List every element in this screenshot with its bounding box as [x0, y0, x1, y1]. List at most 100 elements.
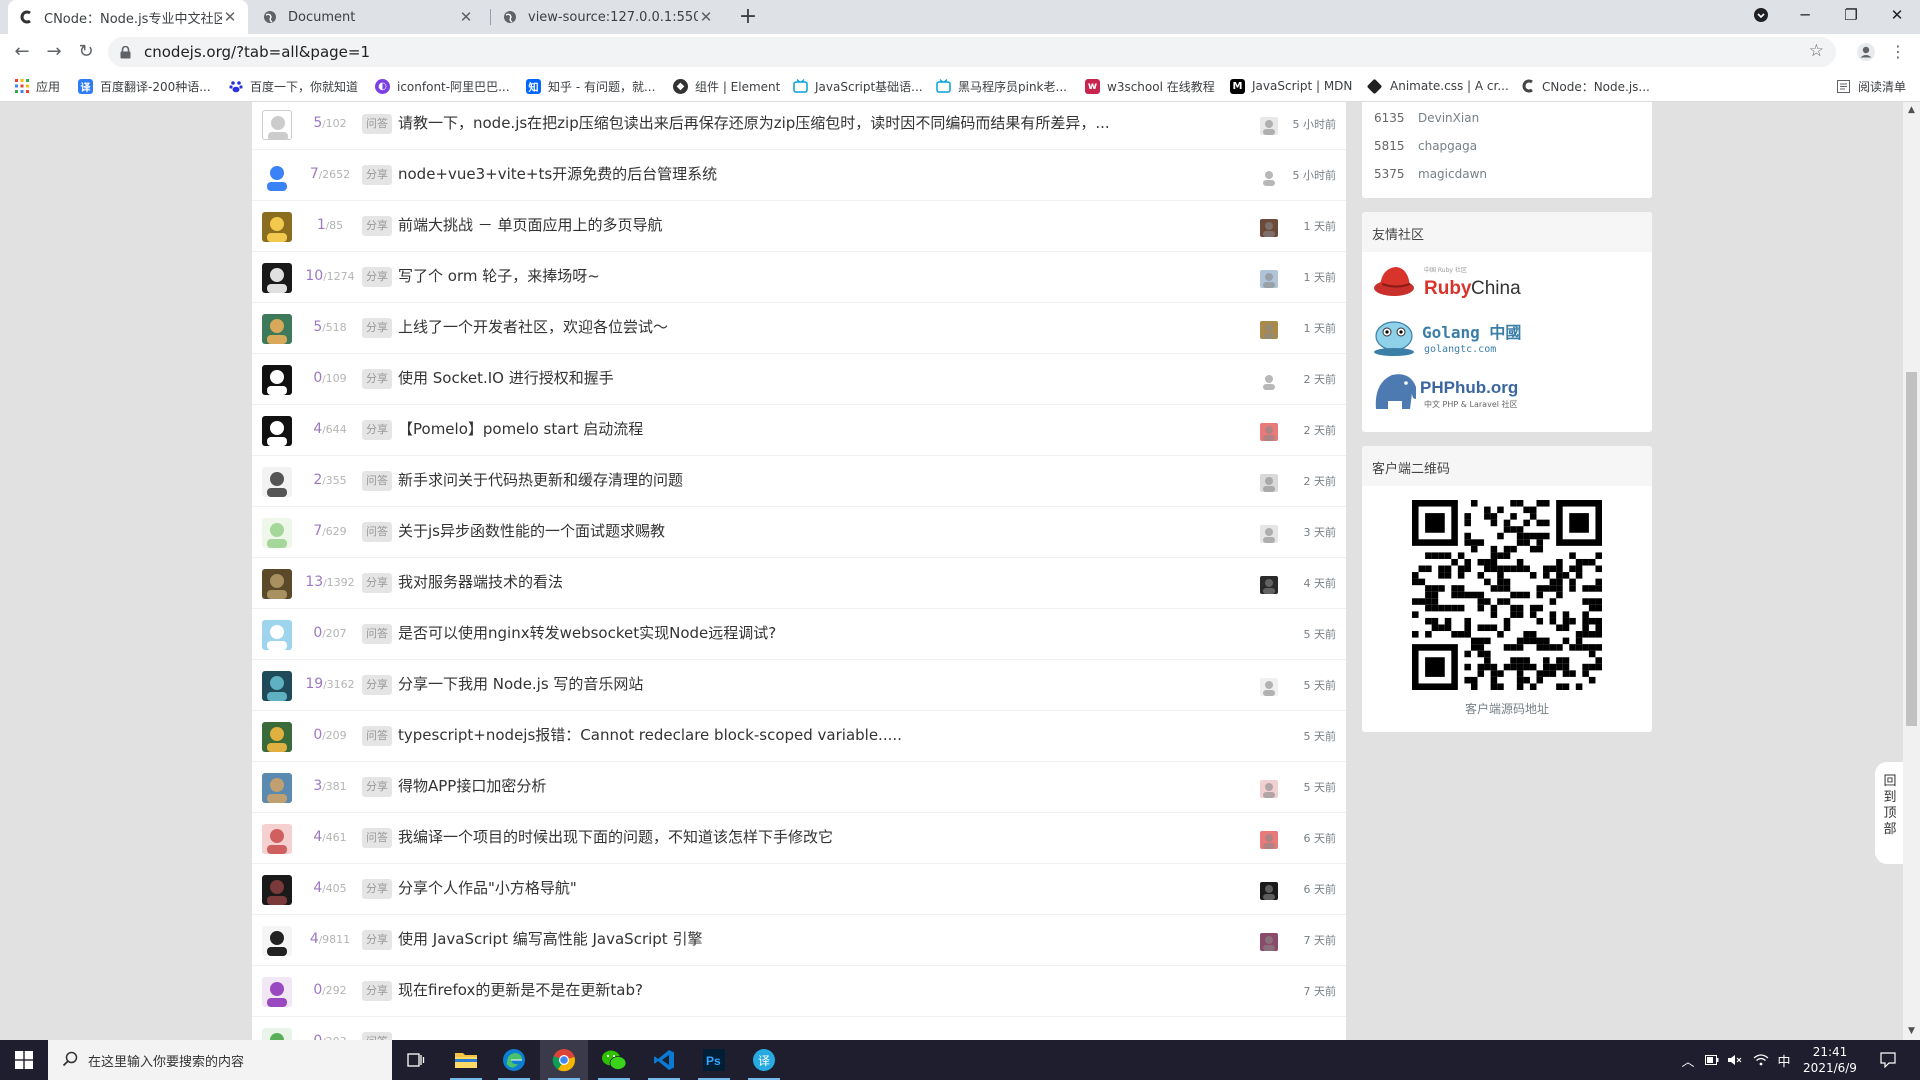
last-active-time[interactable]: 7 天前 [1304, 932, 1337, 948]
author-avatar[interactable] [262, 416, 292, 446]
last-active-time[interactable]: 2 天前 [1304, 473, 1337, 489]
last-active-time[interactable]: 3 天前 [1304, 524, 1337, 540]
last-reply-avatar[interactable] [1260, 117, 1278, 135]
forward-arrow-icon[interactable]: → [40, 38, 68, 66]
ruby-china-link[interactable]: Ruby China 中国 Ruby 社区 [1362, 254, 1652, 308]
speaker-muted-icon[interactable] [1724, 1040, 1746, 1080]
last-reply-avatar[interactable] [1260, 933, 1278, 951]
scrollbar-thumb[interactable] [1906, 372, 1917, 726]
taskbar-clock[interactable]: 21:41 2021/6/9 [1792, 1044, 1868, 1076]
last-active-time[interactable]: 4 天前 [1304, 575, 1337, 591]
last-reply-avatar[interactable] [1260, 831, 1278, 849]
topic-title-link[interactable]: 使用 Socket.IO 进行授权和握手 [398, 367, 614, 389]
topic-title-link[interactable]: 新手求问关于代码热更新和缓存清理的问题 [398, 469, 683, 491]
last-reply-avatar[interactable] [1260, 474, 1278, 492]
tray-overflow-chevron-icon[interactable]: ︿ [1678, 1040, 1698, 1080]
user-name-link[interactable]: magicdawn [1418, 167, 1487, 181]
bookmark-pink[interactable]: 黑马程序员pink老... [936, 77, 1067, 95]
bookmark-apps[interactable]: 应用 [14, 77, 60, 95]
last-active-time[interactable]: 1 天前 [1304, 269, 1337, 285]
author-avatar[interactable] [262, 824, 292, 854]
topic-title-link[interactable]: node+vue3+vite+ts开源免费的后台管理系统 [398, 163, 717, 185]
scroll-down-arrow-icon[interactable]: ▼ [1903, 1023, 1920, 1040]
last-active-time[interactable]: 1 天前 [1304, 218, 1337, 234]
last-active-time[interactable]: 2 天前 [1304, 422, 1337, 438]
tab-close-icon[interactable]: ✕ [222, 8, 238, 26]
last-active-time[interactable]: 5 天前 [1304, 677, 1337, 693]
last-active-time[interactable]: 5 天前 [1304, 779, 1337, 795]
qr-caption-link[interactable]: 客户端源码地址 [1362, 700, 1652, 717]
topic-title-link[interactable]: 上线了一个开发者社区，欢迎各位尝试～ [398, 316, 668, 338]
back-to-top-button[interactable]: 回 到 顶 部 [1875, 762, 1905, 864]
taskbar-vscode[interactable] [640, 1040, 688, 1080]
new-tab-button[interactable]: + [734, 4, 762, 32]
topic-row[interactable]: 5/102 问答 请教一下，node.js在把zip压缩包读出来后再保存还原为zip… [252, 102, 1346, 149]
author-avatar[interactable] [262, 977, 292, 1007]
author-avatar[interactable] [262, 263, 292, 293]
topic-title-link[interactable]: 前端大挑战 － 单页面应用上的多页导航 [398, 214, 663, 236]
last-active-time[interactable]: 5 天前 [1304, 626, 1337, 642]
author-avatar[interactable] [262, 875, 292, 905]
taskbar-photoshop[interactable]: Ps [690, 1040, 738, 1080]
last-reply-avatar[interactable] [1260, 219, 1278, 237]
taskbar-chrome[interactable] [540, 1040, 588, 1080]
topic-row[interactable]: 4/405 分享 分享个人作品"小方格导航" 6 天前 [252, 863, 1346, 914]
taskbar-search-box[interactable]: 在这里输入你要搜索的内容 [48, 1040, 392, 1080]
reading-list-button[interactable]: 阅读清单 [1836, 77, 1906, 95]
last-reply-avatar[interactable] [1260, 321, 1278, 339]
minimize-button[interactable]: ─ [1782, 0, 1828, 30]
last-reply-avatar[interactable] [1260, 372, 1278, 390]
author-avatar[interactable] [262, 620, 292, 650]
author-avatar[interactable] [262, 773, 292, 803]
wifi-icon[interactable] [1750, 1040, 1772, 1080]
last-active-time[interactable]: 6 天前 [1304, 881, 1337, 897]
topic-row[interactable]: 5/518 分享 上线了一个开发者社区，欢迎各位尝试～ 1 天前 [252, 302, 1346, 353]
topic-title-link[interactable]: 我对服务器端技术的看法 [398, 571, 563, 593]
topic-row[interactable]: 0/209 问答 typescript+nodejs报错：Cannot redecl… [252, 710, 1346, 761]
author-avatar[interactable] [262, 110, 292, 140]
last-reply-avatar[interactable] [1260, 678, 1278, 696]
close-window-button[interactable]: ✕ [1874, 0, 1920, 30]
taskbar-translator[interactable]: 译 [740, 1040, 788, 1080]
last-reply-avatar[interactable] [1260, 270, 1278, 288]
topic-row[interactable]: 4/461 问答 我编译一个项目的时候出现下面的问题，不知道该怎样下手修改它 6 天前 [252, 812, 1346, 863]
bookmark-star-icon[interactable]: ☆ [1809, 41, 1824, 61]
topic-row[interactable]: 3/381 分享 得物APP接口加密分析 5 天前 [252, 761, 1346, 812]
last-active-time[interactable]: 6 天前 [1304, 830, 1337, 846]
topic-title-link[interactable]: 是否可以使用nginx转发websocket实现Node远程调试? [398, 622, 776, 644]
windows-start-button[interactable] [0, 1040, 48, 1080]
last-active-time[interactable]: 7 天前 [1304, 983, 1337, 999]
bookmark-animate[interactable]: Animate.css | A cr... [1366, 77, 1509, 95]
author-avatar[interactable] [262, 926, 292, 956]
topic-row[interactable]: 2/355 问答 新手求问关于代码热更新和缓存清理的问题 2 天前 [252, 455, 1346, 506]
ime-indicator[interactable]: 中 [1774, 1040, 1794, 1080]
bookmark-cnode[interactable]: CNode：Node.js... [1520, 77, 1650, 95]
tab-view-source[interactable]: view-source:127.0.0.1:5500/no ✕ [492, 0, 724, 34]
author-avatar[interactable] [262, 1028, 292, 1040]
golang-china-link[interactable]: Golang 中國 golangtc.com [1362, 308, 1652, 362]
author-avatar[interactable] [262, 569, 292, 599]
topic-row[interactable]: 10/1274 分享 写了个 orm 轮子，来捧场呀~ 1 天前 [252, 251, 1346, 302]
address-bar[interactable]: cnodejs.org/?tab=all&page=1 ☆ [108, 37, 1836, 67]
notification-center-icon[interactable] [1870, 1040, 1906, 1080]
author-avatar[interactable] [262, 722, 292, 752]
last-reply-avatar[interactable] [1260, 423, 1278, 441]
bookmark-mdn[interactable]: M JavaScript | MDN [1230, 77, 1352, 95]
bookmark-zhihu[interactable]: 知 知乎 - 有问题，就... [526, 77, 655, 95]
topic-title-link[interactable]: 请教一下，node.js在把zip压缩包读出来后再保存还原为zip压缩包时，读时… [398, 112, 1110, 134]
user-name-link[interactable]: DevinXian [1418, 111, 1479, 125]
author-avatar[interactable] [262, 161, 292, 191]
topic-title-link[interactable]: 使用 JavaScript 编写高性能 JavaScript 引擎 [398, 928, 702, 950]
bookmark-w3school[interactable]: w w3school 在线教程 [1085, 77, 1215, 95]
topic-title-link[interactable]: 关于js异步函数性能的一个面试题求赐教 [398, 520, 665, 542]
browser-menu-icon[interactable]: ⋮ [1884, 38, 1912, 66]
qr-code-image[interactable] [1412, 500, 1602, 690]
tab-close-icon[interactable]: ✕ [458, 8, 474, 26]
topic-row[interactable]: 0/109 分享 使用 Socket.IO 进行授权和握手 2 天前 [252, 353, 1346, 404]
battery-icon[interactable] [1702, 1040, 1722, 1080]
author-avatar[interactable] [262, 365, 292, 395]
tab-search-icon[interactable] [1738, 0, 1784, 30]
profile-avatar-icon[interactable] [1852, 38, 1880, 66]
tab-close-icon[interactable]: ✕ [698, 8, 714, 26]
topic-title-link[interactable]: typescript+nodejs报错：Cannot redeclare blo… [398, 724, 902, 746]
